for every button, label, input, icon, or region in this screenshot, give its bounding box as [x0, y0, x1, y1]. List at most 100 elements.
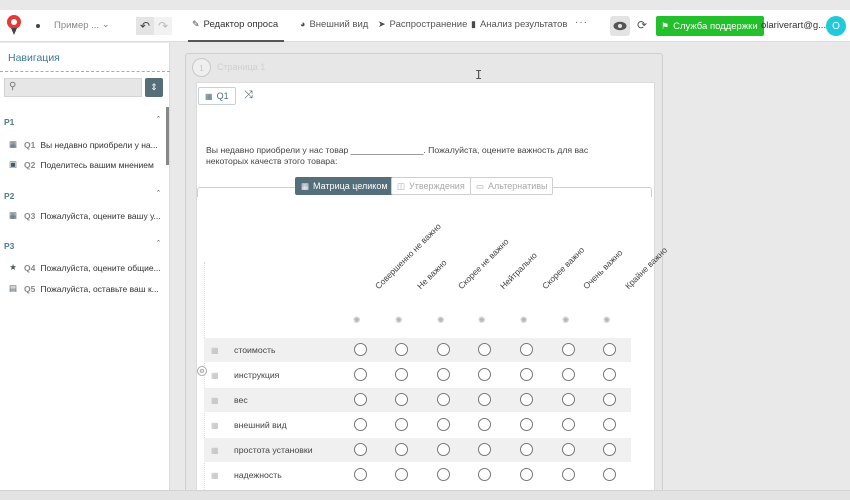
column-settings-icon[interactable]: ✺	[562, 315, 570, 326]
tab-distribution[interactable]: ➤ Распространение	[378, 19, 467, 30]
matrix-row[interactable]: ▦ инструкция	[204, 363, 631, 387]
radio-button[interactable]	[395, 418, 408, 431]
row-settings-icon[interactable]: ▦	[211, 371, 219, 380]
radio-button[interactable]	[437, 368, 450, 381]
mode-statements-button[interactable]: ◫ Утверждения	[391, 177, 471, 195]
row-settings-icon[interactable]: ▦	[211, 346, 219, 355]
sidebar-search-input[interactable]	[4, 78, 142, 97]
sidebar-item-q1[interactable]: ▦ Q1 Вы недавно приобрели у на...	[8, 139, 158, 150]
row-options-icon[interactable]: ⚙	[197, 366, 207, 376]
radio-button[interactable]	[603, 443, 616, 456]
mode-whole-matrix-button[interactable]: ▦ Матрица целиком	[295, 177, 394, 195]
radio-button[interactable]	[478, 443, 491, 456]
radio-button[interactable]	[478, 418, 491, 431]
radio-button[interactable]	[603, 393, 616, 406]
project-selector[interactable]: Пример ...	[54, 20, 99, 31]
radio-button[interactable]	[354, 368, 367, 381]
matrix-row[interactable]: ▦ внешний вид	[204, 413, 631, 437]
row-settings-icon[interactable]: ▦	[211, 471, 219, 480]
column-settings-icon[interactable]: ✺	[520, 315, 528, 326]
sidebar-scrollbar[interactable]	[166, 107, 169, 165]
row-settings-icon[interactable]: ▦	[211, 396, 219, 405]
tab-survey-editor[interactable]: ✎ Редактор опроса	[192, 19, 278, 30]
radio-button[interactable]	[562, 343, 575, 356]
radio-button[interactable]	[603, 418, 616, 431]
column-settings-icon[interactable]: ✺	[437, 315, 445, 326]
page-number-badge[interactable]: 1	[192, 58, 211, 77]
mode-alternatives-button[interactable]: ▭ Альтернативы	[470, 177, 554, 195]
matrix-row[interactable]: ▦ стоимость	[204, 338, 631, 362]
radio-button[interactable]	[478, 368, 491, 381]
sidebar-item-q5[interactable]: ▤ Q5 Пожалуйста, оставьте ваш к...	[8, 283, 159, 294]
radio-button[interactable]	[395, 393, 408, 406]
radio-button[interactable]	[562, 393, 575, 406]
radio-button[interactable]	[562, 468, 575, 481]
sidebar-item-q2[interactable]: ▣ Q2 Поделитесь вашим мнением	[8, 159, 154, 170]
row-settings-icon[interactable]: ▦	[211, 421, 219, 430]
question-id-badge[interactable]: ▦ Q1	[198, 87, 236, 105]
radio-button[interactable]	[520, 343, 533, 356]
row-label[interactable]: вес	[234, 395, 248, 405]
redo-icon[interactable]: ↷	[154, 17, 172, 35]
radio-button[interactable]	[562, 368, 575, 381]
radio-button[interactable]	[395, 468, 408, 481]
radio-button[interactable]	[395, 343, 408, 356]
radio-button[interactable]	[603, 368, 616, 381]
question-text[interactable]: Вы недавно приобрели у нас товар _______…	[206, 145, 626, 167]
radio-button[interactable]	[437, 418, 450, 431]
column-settings-icon[interactable]: ✺	[603, 315, 611, 326]
radio-button[interactable]	[395, 443, 408, 456]
sidebar-item-q4[interactable]: ★ Q4 Пожалуйста, оцените общие...	[8, 262, 160, 273]
row-settings-icon[interactable]: ▦	[211, 446, 219, 455]
radio-button[interactable]	[603, 468, 616, 481]
chevron-up-icon[interactable]: ˆ	[157, 189, 160, 199]
section-p3[interactable]: P3	[4, 241, 14, 251]
radio-button[interactable]	[437, 343, 450, 356]
radio-button[interactable]	[520, 468, 533, 481]
radio-button[interactable]	[603, 343, 616, 356]
radio-button[interactable]	[520, 368, 533, 381]
radio-button[interactable]	[478, 393, 491, 406]
row-label[interactable]: инструкция	[234, 370, 279, 380]
undo-icon[interactable]: ↶	[136, 17, 154, 35]
radio-button[interactable]	[478, 468, 491, 481]
avatar[interactable]: O	[826, 16, 846, 36]
row-label[interactable]: стоимость	[234, 345, 276, 355]
tab-results-analysis[interactable]: ▮ Анализ результатов	[471, 19, 567, 30]
page-title[interactable]: Страница 1	[217, 62, 265, 72]
row-label[interactable]: надежность	[234, 470, 282, 480]
preview-button[interactable]	[610, 16, 630, 36]
radio-button[interactable]	[562, 443, 575, 456]
radio-button[interactable]	[395, 368, 408, 381]
chevron-up-icon[interactable]: ˆ	[157, 239, 160, 249]
section-p2[interactable]: P2	[4, 191, 14, 201]
radio-button[interactable]	[354, 468, 367, 481]
radio-button[interactable]	[354, 343, 367, 356]
more-menu-button[interactable]: ···	[575, 17, 588, 28]
radio-button[interactable]	[354, 393, 367, 406]
radio-button[interactable]	[562, 418, 575, 431]
chevron-down-icon[interactable]: ⌄	[102, 19, 110, 30]
refresh-icon[interactable]: ⟳	[637, 18, 647, 32]
radio-button[interactable]	[354, 443, 367, 456]
matrix-row[interactable]: ▦ вес	[204, 388, 631, 412]
section-p1[interactable]: P1	[4, 117, 14, 127]
column-settings-icon[interactable]: ✺	[478, 315, 486, 326]
row-label[interactable]: внешний вид	[234, 420, 287, 430]
collapse-all-button[interactable]: ⇕	[145, 78, 163, 97]
row-label[interactable]: простота установки	[234, 445, 313, 455]
radio-button[interactable]	[478, 343, 491, 356]
user-menu[interactable]: olariverart@g...	[761, 20, 826, 31]
matrix-row[interactable]: ▦ надежность	[204, 463, 631, 487]
radio-button[interactable]	[437, 443, 450, 456]
radio-button[interactable]	[520, 418, 533, 431]
tab-appearance[interactable]: ◕ Внешний вид	[300, 19, 368, 30]
app-logo-icon[interactable]	[6, 14, 22, 36]
column-settings-icon[interactable]: ✺	[353, 315, 361, 326]
radio-button[interactable]	[354, 418, 367, 431]
radio-button[interactable]	[520, 443, 533, 456]
support-button[interactable]: ⚑ Служба поддержки	[656, 16, 764, 36]
radio-button[interactable]	[520, 393, 533, 406]
sidebar-item-q3[interactable]: ▦ Q3 Пожалуйста, оцените вашу у...	[8, 210, 161, 221]
shuffle-icon[interactable]: ⤨	[244, 89, 253, 102]
